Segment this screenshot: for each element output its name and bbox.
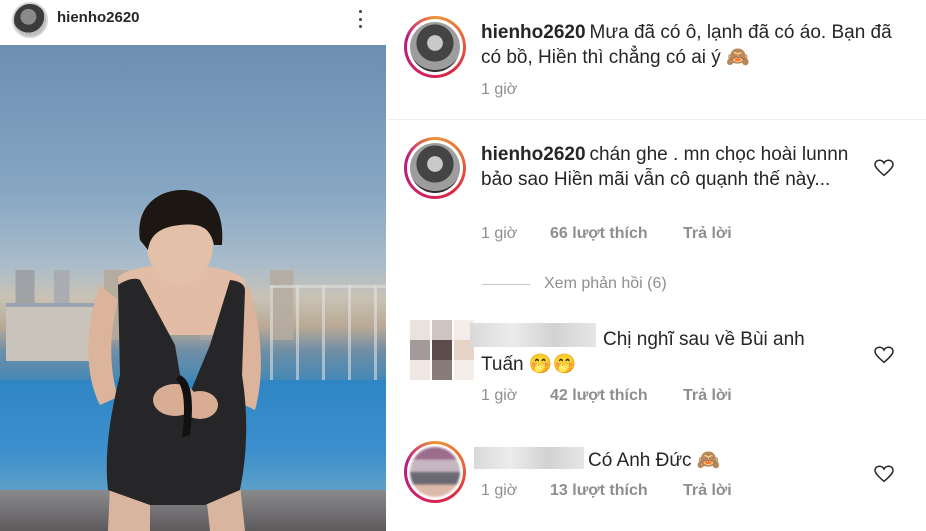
commenter-avatar[interactable]: [404, 137, 466, 199]
caption-text: hienho2620 Mưa đã có ô, lạnh đã có áo. Bạ…: [481, 20, 911, 70]
reply-button[interactable]: Trả lời: [683, 387, 732, 405]
comment-time[interactable]: 1 giờ: [481, 81, 550, 99]
heart-icon[interactable]: [874, 346, 894, 364]
post-author-username[interactable]: hienho2620: [57, 9, 140, 26]
post-author-avatar[interactable]: [12, 2, 48, 38]
comment-likes[interactable]: 13 lượt thích: [550, 482, 683, 500]
post-header: hienho2620: [0, 0, 388, 44]
comment-text: Có Anh Đức 🙈: [588, 448, 848, 473]
comment-meta: 1 giờ 42 lượt thích Trả lời: [481, 387, 732, 405]
comment-meta: 1 giờ 66 lượt thích Trả lời: [481, 225, 732, 243]
comment-time[interactable]: 1 giờ: [481, 387, 550, 405]
comment-time[interactable]: 1 giờ: [481, 225, 550, 243]
heart-icon[interactable]: [874, 465, 894, 483]
reply-button[interactable]: Trả lời: [683, 482, 732, 500]
divider: [388, 119, 926, 120]
post-photo[interactable]: [0, 45, 386, 531]
heart-icon[interactable]: [874, 159, 894, 177]
view-replies-label: Xem phản hồi (6): [544, 275, 667, 292]
replies-line: [482, 283, 530, 285]
comment-username[interactable]: hienho2620: [481, 22, 586, 43]
more-options-icon[interactable]: [354, 8, 366, 30]
blurred-username[interactable]: [474, 447, 584, 469]
comment-text: hienho2620 chán ghe . mn chọc hoài lunnn …: [481, 142, 856, 192]
commenter-avatar[interactable]: [404, 16, 466, 78]
comment-body: Có Anh Đức 🙈: [588, 450, 721, 471]
comment-body: Chị nghĩ sau về Bùi anh Tuấn 🤭🤭: [481, 329, 805, 375]
person-figure: [88, 190, 261, 531]
comment-time[interactable]: 1 giờ: [481, 482, 550, 500]
comment-meta: 1 giờ: [481, 81, 550, 99]
comment-meta: 1 giờ 13 lượt thích Trả lời: [481, 482, 732, 500]
reply-button[interactable]: Trả lời: [683, 225, 732, 243]
post-panel: hienho2620: [0, 0, 388, 531]
view-replies-button[interactable]: Xem phản hồi (6): [482, 275, 667, 293]
comment-likes[interactable]: 66 lượt thích: [550, 225, 683, 243]
comment-likes[interactable]: 42 lượt thích: [550, 387, 683, 405]
commenter-avatar[interactable]: [404, 441, 466, 503]
comment-text: Chị nghĩ sau về Bùi anh Tuấn 🤭🤭: [481, 327, 841, 377]
blurred-avatar[interactable]: [410, 320, 476, 380]
comment-username[interactable]: hienho2620: [481, 144, 586, 165]
